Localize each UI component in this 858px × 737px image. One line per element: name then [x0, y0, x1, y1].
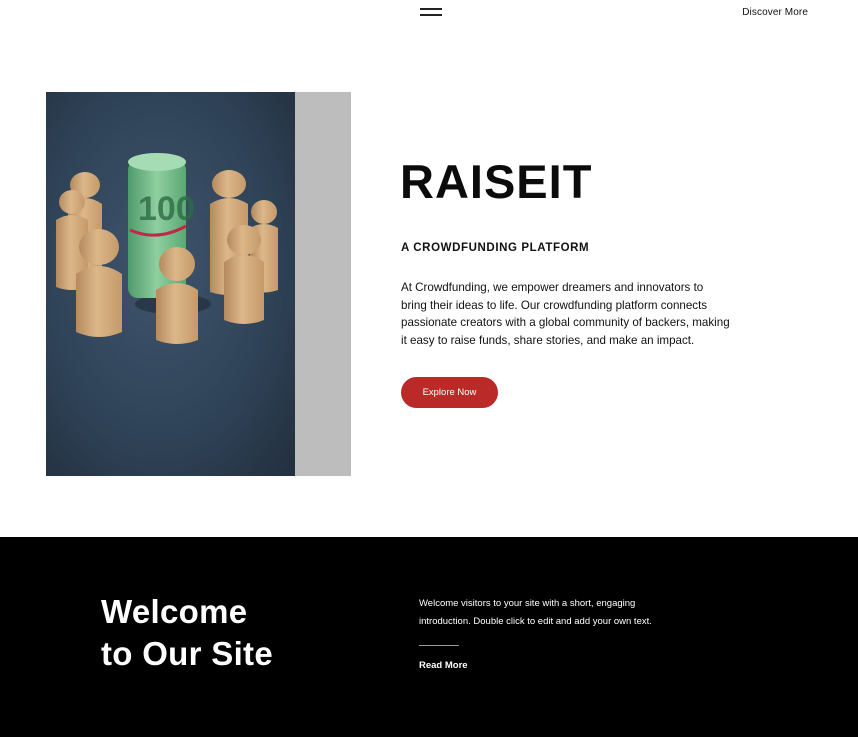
welcome-title: Welcome to Our Site: [101, 591, 273, 675]
hamburger-menu-icon[interactable]: [420, 8, 442, 17]
page: Discover More 100 RAISEIT A CROWDFUNDING…: [0, 0, 858, 737]
image-grey-panel: [295, 92, 351, 476]
crowdfunding-photo: 100: [46, 92, 295, 476]
discover-more-link[interactable]: Discover More: [742, 7, 808, 18]
read-more-link[interactable]: Read More: [419, 660, 468, 671]
banknote-100-text: 100: [138, 190, 195, 228]
hero-description: At Crowdfunding, we empower dreamers and…: [401, 281, 730, 348]
divider: [419, 645, 459, 646]
explore-now-button[interactable]: Explore Now: [401, 377, 498, 408]
welcome-text: Welcome visitors to your site with a sho…: [419, 598, 652, 627]
brand-title: RAISEIT: [400, 155, 593, 208]
hero-image: 100: [46, 92, 351, 476]
welcome-title-line1: Welcome: [101, 593, 248, 630]
welcome-title-line2: to Our Site: [101, 635, 273, 672]
welcome-section: Welcome to Our Site Welcome visitors to …: [0, 537, 858, 737]
tagline: A CROWDFUNDING PLATFORM: [401, 242, 590, 254]
